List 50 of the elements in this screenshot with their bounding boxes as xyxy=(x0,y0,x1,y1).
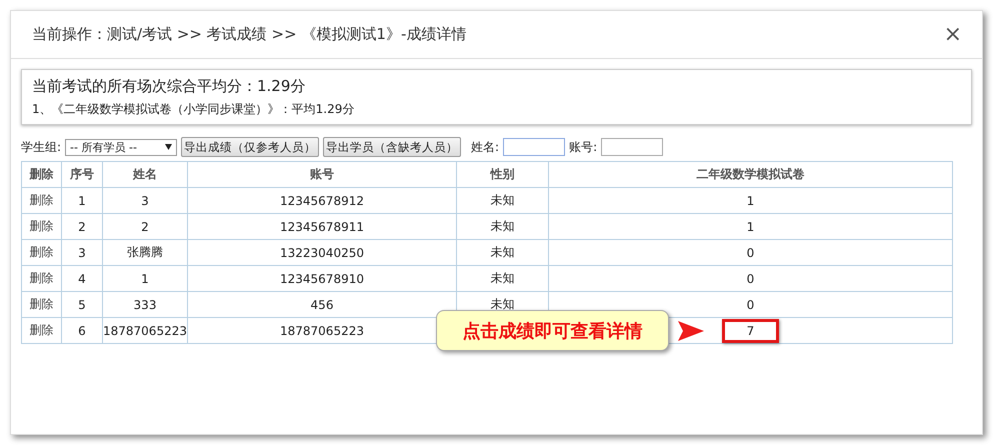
table-cell: 2 xyxy=(141,220,149,234)
table-cell: 未知 xyxy=(490,193,514,207)
score-link[interactable]: 1 xyxy=(722,214,780,238)
table-cell: 1 xyxy=(141,272,149,286)
table-cell: 6 xyxy=(78,324,86,338)
score-link[interactable]: 1 xyxy=(722,188,780,212)
column-header: 二年级数学模拟试卷 xyxy=(548,162,952,188)
group-label: 学生组: xyxy=(21,138,62,156)
account-label: 账号: xyxy=(569,138,598,156)
table-cell: 333 xyxy=(134,298,156,312)
score-link[interactable]: 7 xyxy=(722,318,780,342)
table-cell: 456 xyxy=(310,298,334,312)
hint-callout: 点击成绩即可查看详情 xyxy=(436,310,669,351)
table-cell: 2 xyxy=(78,220,86,234)
close-button[interactable]: × xyxy=(944,22,962,47)
table-cell: 5 xyxy=(78,298,86,312)
table-cell: 1 xyxy=(78,194,86,208)
table-cell: 未知 xyxy=(490,219,514,233)
pointer-arrow-icon xyxy=(678,320,704,342)
table-cell: 12345678910 xyxy=(280,272,364,286)
overall-average: 当前考试的所有场次综合平均分：1.29分 xyxy=(32,77,306,96)
account-field[interactable] xyxy=(601,138,664,156)
group-select[interactable]: -- 所有学员 -- xyxy=(65,138,178,156)
score-link[interactable]: 0 xyxy=(722,292,780,316)
table-cell: 4 xyxy=(78,272,86,286)
column-header: 账号 xyxy=(188,162,456,188)
table-cell: 12345678911 xyxy=(280,220,364,234)
column-header: 序号 xyxy=(62,162,102,188)
export-button[interactable]: 导出成绩（仅参考人员） xyxy=(181,137,320,157)
export-button[interactable]: 导出学员（含缺考人员） xyxy=(323,137,462,157)
table-cell: 3 xyxy=(78,246,86,260)
column-header: 姓名 xyxy=(102,162,188,188)
name-field[interactable] xyxy=(503,138,566,156)
score-link[interactable]: 0 xyxy=(722,240,780,264)
table-cell: 未知 xyxy=(490,271,514,285)
dialog-title: 当前操作：测试/考试 >> 考试成绩 >> 《模拟测试1》-成绩详情 xyxy=(32,25,466,44)
table-cell: 未知 xyxy=(490,297,514,311)
dropdown-caret-icon xyxy=(165,144,172,150)
table-cell: 13223040250 xyxy=(280,246,364,260)
table-cell: 18787065223 xyxy=(280,324,364,338)
table-cell: 未知 xyxy=(490,245,514,259)
table-cell: 3 xyxy=(141,194,149,208)
name-label: 姓名: xyxy=(471,138,500,156)
table-cell: 18787065223 xyxy=(103,324,187,338)
score-link[interactable]: 0 xyxy=(722,266,780,290)
table-cell: 12345678912 xyxy=(280,194,364,208)
table-cell: 张腾腾 xyxy=(127,245,163,259)
paper-average: 1、《二年级数学模拟试卷（小学同步课堂）》：平均1.29分 xyxy=(32,101,356,118)
column-header: 性别 xyxy=(456,162,548,188)
column-header: 删除 xyxy=(22,162,62,188)
